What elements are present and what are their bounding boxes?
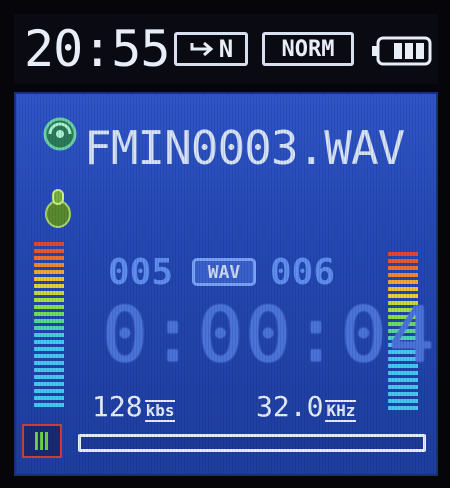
meter-segment xyxy=(34,361,64,365)
record-status-indicator xyxy=(22,424,62,458)
meter-segment xyxy=(388,392,418,396)
meter-segment xyxy=(34,277,64,281)
repeat-mode-label: N xyxy=(218,35,234,63)
meter-segment xyxy=(388,266,418,270)
total-tracks: 006 xyxy=(270,252,336,293)
eq-mode-indicator: NORM xyxy=(262,32,354,66)
battery-full-icon xyxy=(372,36,432,66)
meter-segment xyxy=(34,242,64,246)
sample-rate-display: 32.0 KHz xyxy=(256,390,357,423)
meter-segment xyxy=(388,399,418,403)
recording-level-icon xyxy=(35,432,48,450)
meter-segment xyxy=(34,368,64,372)
meter-segment xyxy=(388,259,418,263)
repeat-arrow-icon xyxy=(190,41,214,57)
file-name: FMIN0003.WAV xyxy=(84,121,405,175)
format-badge: WAV xyxy=(192,258,256,286)
meter-segment xyxy=(34,382,64,386)
track-info: 005 WAV 006 xyxy=(108,252,348,293)
meter-segment xyxy=(34,270,64,274)
meter-segment xyxy=(34,333,64,337)
meter-segment xyxy=(388,252,418,256)
meter-segment xyxy=(34,291,64,295)
repeat-mode-indicator: N xyxy=(174,32,248,66)
current-track-number: 005 xyxy=(108,252,174,293)
fm-radio-icon xyxy=(43,117,77,151)
bitrate-unit: kbs xyxy=(144,400,176,422)
meter-segment xyxy=(34,319,64,323)
meter-segment xyxy=(34,347,64,351)
meter-segment xyxy=(388,273,418,277)
meter-segment xyxy=(388,280,418,284)
now-playing-panel: FMIN0003.WAV 005 WAV 006 0:00:04 128 kbs… xyxy=(14,92,438,476)
sample-rate-value: 32.0 xyxy=(256,390,324,423)
elapsed-time: 0:00:04 xyxy=(102,290,437,379)
meter-segment xyxy=(388,385,418,389)
eq-mode-label: NORM xyxy=(281,36,335,62)
meter-segment xyxy=(34,298,64,302)
meter-segment xyxy=(34,326,64,330)
bitrate-display: 128 kbs xyxy=(92,390,176,423)
meter-segment xyxy=(34,284,64,288)
meter-segment xyxy=(34,403,64,407)
meter-segment xyxy=(34,305,64,309)
meter-segment xyxy=(34,340,64,344)
status-bar: 20:55 N NORM xyxy=(14,14,438,84)
meter-segment xyxy=(34,249,64,253)
meter-segment xyxy=(34,263,64,267)
meter-segment xyxy=(34,396,64,400)
meter-segment xyxy=(34,375,64,379)
clock: 20:55 xyxy=(24,20,171,78)
playback-progress-bar[interactable] xyxy=(78,434,426,452)
player-screen: 20:55 N NORM FMIN0003.WAV 005 WAV 006 0:… xyxy=(0,0,450,488)
sample-rate-unit: KHz xyxy=(325,400,357,422)
meter-segment xyxy=(34,256,64,260)
bitrate-value: 128 xyxy=(92,390,143,423)
meter-segment xyxy=(34,389,64,393)
meter-segment xyxy=(34,312,64,316)
meter-segment xyxy=(34,354,64,358)
microphone-icon xyxy=(45,189,71,228)
level-meter-left xyxy=(34,242,64,410)
meter-segment xyxy=(388,406,418,410)
